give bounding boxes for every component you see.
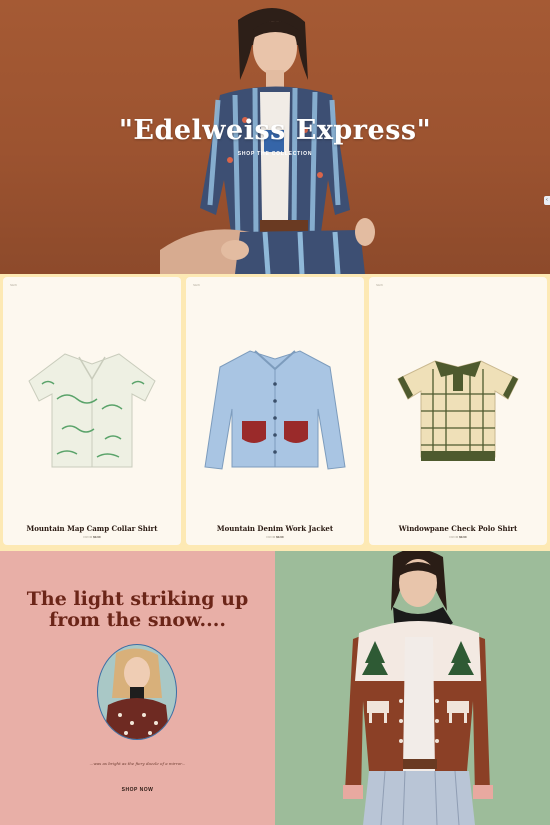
side-tab-handle[interactable]: ‹ [544, 196, 550, 205]
shop-collection-link[interactable]: SHOP THE COLLECTION [0, 151, 550, 157]
product-tag: NEW [376, 283, 383, 287]
product-tag: NEW [10, 283, 17, 287]
oval-portrait-image [97, 644, 177, 740]
product-name: Mountain Denim Work Jacket [216, 524, 334, 533]
hero-banner[interactable]: "Edelweiss Express" SHOP THE COLLECTION … [0, 0, 550, 274]
hero-title: "Edelweiss Express" [118, 115, 432, 146]
polo-shirt-icon [397, 360, 519, 461]
product-price: FROM $0.00 [266, 535, 284, 539]
product-price: FROM $0.00 [449, 535, 467, 539]
product-grid: NEW Mountain Map Camp Collar Shirt FROM … [0, 274, 550, 551]
product-tag: NEW [193, 283, 200, 287]
shop-now-link[interactable]: SHOP NOW [0, 787, 275, 793]
product-card[interactable]: NEW Mountain Denim Work Jacket FROM $0.0… [186, 277, 364, 545]
cardigan-model-image [343, 551, 493, 825]
promo-panel: The light striking up from the snow.... … [0, 551, 275, 825]
product-name: Mountain Map Camp Collar Shirt [26, 524, 158, 533]
product-name: Windowpane Check Polo Shirt [398, 524, 518, 533]
product-card[interactable]: NEW Mountain Map Camp Collar Shirt FROM … [3, 277, 181, 545]
promo-heading: The light striking up from the snow.... [26, 588, 249, 631]
product-card[interactable]: NEW Windowpane Check Polo Shirt FROM $0.… [369, 277, 547, 545]
product-price: FROM $0.00 [83, 535, 101, 539]
denim-jacket-icon [204, 350, 346, 470]
camp-collar-shirt-icon [28, 353, 156, 468]
promo-caption: ...was as bright as the fiery dazzle of … [89, 761, 186, 766]
feature-image-panel[interactable] [275, 551, 550, 825]
